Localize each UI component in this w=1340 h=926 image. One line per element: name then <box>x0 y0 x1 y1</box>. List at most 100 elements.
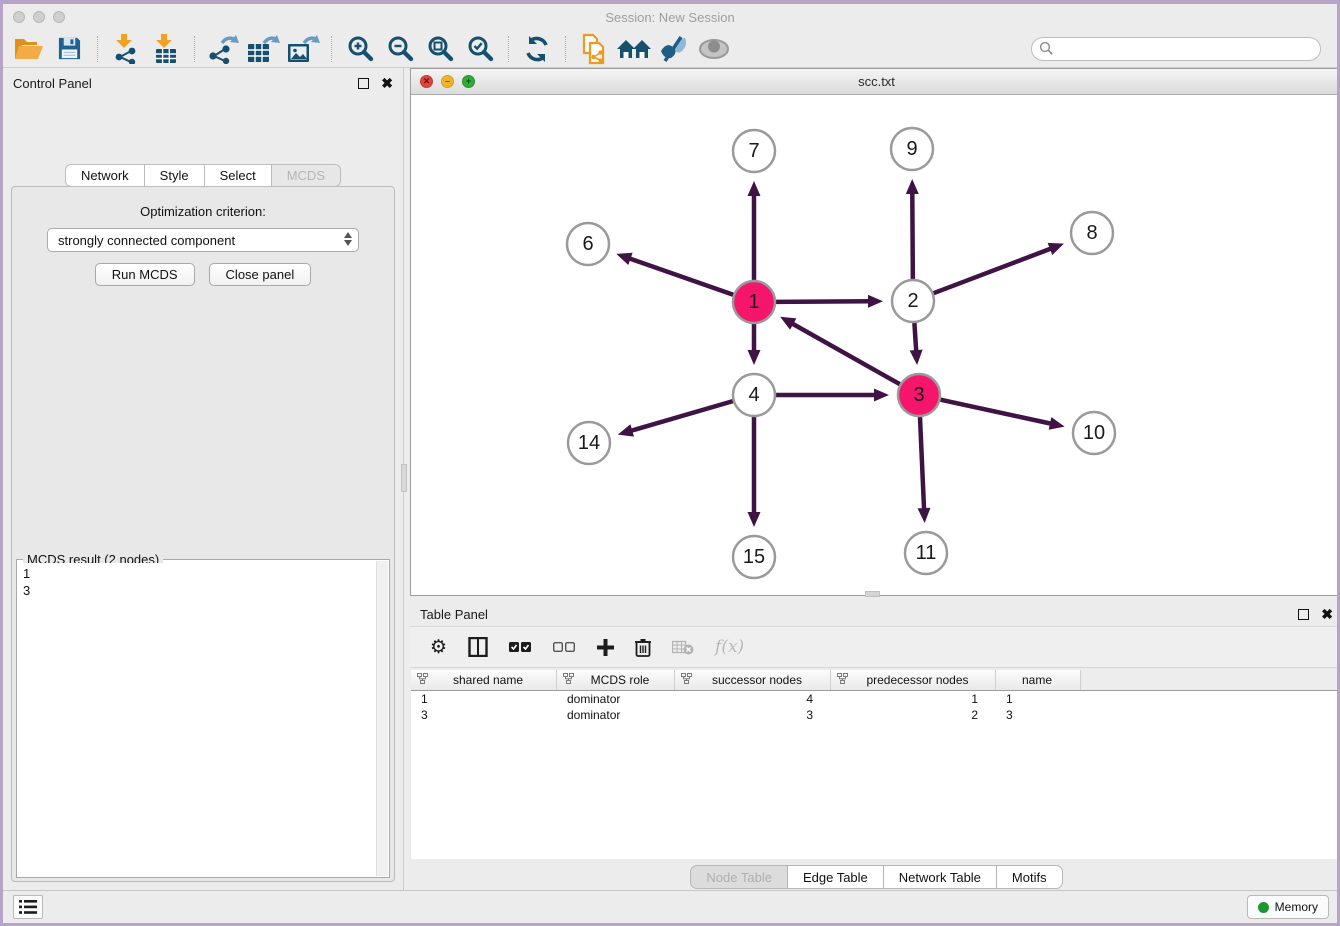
task-history-button[interactable] <box>13 895 43 919</box>
horizontal-splitter-grip[interactable] <box>865 591 880 597</box>
close-panel-icon[interactable]: ✖ <box>381 76 393 90</box>
run-mcds-button[interactable]: Run MCDS <box>95 263 195 286</box>
graph-edge-2-3[interactable] <box>914 323 916 352</box>
cell-name[interactable]: 1 <box>996 691 1081 707</box>
delete-table-icon[interactable] <box>672 640 694 655</box>
cell-predecessor-nodes[interactable]: 1 <box>831 691 996 707</box>
graph-edge-3-1[interactable] <box>791 323 899 384</box>
close-table-panel-icon[interactable]: ✖ <box>1321 607 1333 621</box>
search-icon <box>1039 41 1054 61</box>
cell-predecessor-nodes[interactable]: 2 <box>831 707 996 723</box>
result-scrollbar[interactable] <box>376 561 388 876</box>
tab-edge-table[interactable]: Edge Table <box>788 865 884 889</box>
cell-MCDS-role[interactable]: dominator <box>557 691 675 707</box>
float-panel-icon[interactable] <box>358 78 369 89</box>
import-table-icon[interactable] <box>146 33 186 65</box>
column-header-filler <box>1081 670 1340 690</box>
tab-node-table[interactable]: Node Table <box>690 865 788 889</box>
node-label-1: 1 <box>748 291 759 313</box>
memory-button[interactable]: Memory <box>1247 895 1329 919</box>
edge-arrowhead <box>616 253 632 265</box>
gear-icon[interactable]: ⚙ <box>430 636 447 659</box>
save-session-icon[interactable] <box>49 33 89 65</box>
vertical-splitter-grip[interactable] <box>401 464 407 492</box>
tab-select[interactable]: Select <box>205 164 272 187</box>
cell-shared-name[interactable]: 1 <box>411 691 557 707</box>
mcds-tab-content: Optimization criterion: strongly connect… <box>11 186 395 882</box>
graph-edge-2-8[interactable] <box>934 248 1052 293</box>
graph-edge-3-11[interactable] <box>920 417 924 510</box>
select-all-checkboxes-icon[interactable] <box>509 641 532 653</box>
cell-MCDS-role[interactable]: dominator <box>557 707 675 723</box>
node-label-10: 10 <box>1083 422 1105 444</box>
cell-successor-nodes[interactable]: 3 <box>675 707 831 723</box>
table-row[interactable]: 1dominator411 <box>411 691 1340 707</box>
cell-name[interactable]: 3 <box>996 707 1081 723</box>
tab-network-table[interactable]: Network Table <box>884 865 997 889</box>
table-header-row: shared nameMCDS rolesuccessor nodesprede… <box>411 670 1340 691</box>
edge-arrowhead <box>748 181 761 196</box>
network-view-window: scc.txt ✕ – + 1234678910111415 <box>410 68 1340 596</box>
show-eye-icon[interactable] <box>694 33 734 65</box>
network-close-icon[interactable]: ✕ <box>420 75 433 88</box>
column-header-name[interactable]: name <box>996 670 1081 690</box>
zoom-out-icon[interactable] <box>380 33 420 65</box>
hide-eye-icon[interactable] <box>654 33 694 65</box>
table-tabs: Node TableEdge TableNetwork TableMotifs <box>410 865 1340 889</box>
home-icon[interactable] <box>614 33 654 65</box>
node-label-14: 14 <box>578 432 600 454</box>
network-minimize-icon[interactable]: – <box>441 75 454 88</box>
search-input[interactable] <box>1031 37 1321 61</box>
toolbar-separator <box>508 36 509 62</box>
zoom-selected-icon[interactable] <box>460 33 500 65</box>
delete-row-icon[interactable] <box>635 638 651 657</box>
graph-edge-2-9[interactable] <box>912 192 913 279</box>
tab-motifs[interactable]: Motifs <box>997 865 1063 889</box>
deselect-all-checkboxes-icon[interactable] <box>553 641 576 653</box>
node-label-8: 8 <box>1086 222 1097 244</box>
status-bar: Memory <box>3 890 1337 923</box>
copy-network-icon[interactable] <box>574 33 614 65</box>
export-table-icon[interactable] <box>243 33 283 65</box>
close-panel-button[interactable]: Close panel <box>209 263 312 286</box>
network-canvas[interactable]: 1234678910111415 <box>411 95 1340 595</box>
tab-mcds[interactable]: MCDS <box>272 164 341 187</box>
column-header-shared-name[interactable]: shared name <box>411 670 557 690</box>
float-table-panel-icon[interactable] <box>1298 609 1309 620</box>
export-image-icon[interactable] <box>283 33 323 65</box>
graph-edge-4-14[interactable] <box>630 401 733 431</box>
column-header-successor-nodes[interactable]: successor nodes <box>675 670 831 690</box>
table-row[interactable]: 3dominator323 <box>411 707 1340 723</box>
edge-arrowhead <box>910 350 923 365</box>
table-toolbar: ⚙ f(x) <box>410 626 1340 668</box>
hierarchy-icon <box>563 673 574 687</box>
refresh-icon[interactable] <box>517 33 557 65</box>
graph-edge-1-2[interactable] <box>776 301 870 302</box>
open-folder-icon[interactable] <box>9 33 49 65</box>
graph-edge-1-6[interactable] <box>629 258 734 295</box>
column-header-MCDS-role[interactable]: MCDS role <box>557 670 675 690</box>
cell-successor-nodes[interactable]: 4 <box>675 691 831 707</box>
import-network-icon[interactable] <box>106 33 146 65</box>
export-network-icon[interactable] <box>203 33 243 65</box>
toolbar-separator <box>331 36 332 62</box>
add-row-icon[interactable] <box>597 639 614 656</box>
graph-edge-3-10[interactable] <box>940 400 1051 424</box>
zoom-in-icon[interactable] <box>340 33 380 65</box>
hierarchy-icon <box>681 673 692 687</box>
function-builder-icon[interactable]: f(x) <box>715 637 744 657</box>
control-panel-header: Control Panel ✖ <box>3 68 403 98</box>
table-panel-header: Table Panel ✖ <box>410 599 1340 629</box>
tab-style[interactable]: Style <box>145 164 205 187</box>
tab-network[interactable]: Network <box>65 164 145 187</box>
network-maximize-icon[interactable]: + <box>462 75 475 88</box>
cell-shared-name[interactable]: 3 <box>411 707 557 723</box>
columns-icon[interactable] <box>468 637 488 657</box>
mcds-result-text[interactable]: 1 3 <box>18 563 375 876</box>
column-header-predecessor-nodes[interactable]: predecessor nodes <box>831 670 996 690</box>
zoom-fit-icon[interactable] <box>420 33 460 65</box>
search-field <box>1031 37 1321 61</box>
edge-arrowhead <box>1049 417 1065 430</box>
criterion-select[interactable]: strongly connected component <box>47 228 359 252</box>
node-table: shared nameMCDS rolesuccessor nodesprede… <box>411 670 1340 859</box>
